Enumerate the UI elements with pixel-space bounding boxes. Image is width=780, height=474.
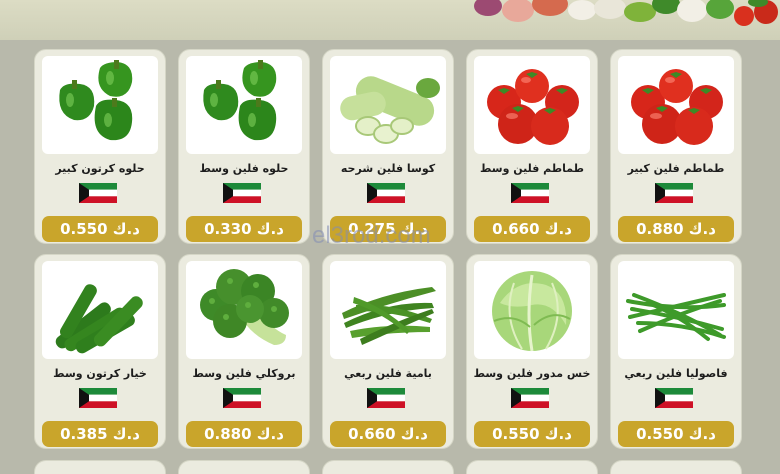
- lettuce-icon: [474, 261, 590, 359]
- bell-pepper-icon: [42, 56, 158, 154]
- product-card[interactable]: كوسا فلين شرحه 0.275 د.ك: [322, 49, 454, 244]
- product-image: [330, 56, 446, 154]
- product-name: كوسا فلين شرحه: [340, 162, 436, 175]
- product-card-partial: [466, 460, 598, 474]
- price-badge: 0.550 د.ك: [42, 216, 158, 242]
- kuwait-flag-icon: [223, 388, 261, 408]
- price-badge: 0.330 د.ك: [186, 216, 302, 242]
- price-badge: 0.275 د.ك: [330, 216, 446, 242]
- okra-icon: [330, 261, 446, 359]
- zucchini-icon: [330, 56, 446, 154]
- product-name: فاصوليا فلين ربعي: [624, 367, 728, 380]
- product-name: طماطم فلين وسط: [479, 162, 585, 175]
- product-name: حلوه كرتون كبير: [55, 162, 145, 175]
- product-grid: حلوه كرتون كبير 0.550 د.ك حلوه فلين وسط …: [34, 49, 742, 449]
- product-card[interactable]: خيار كرتون وسط 0.385 د.ك: [34, 254, 166, 449]
- vegetables-banner-image: [474, 0, 778, 26]
- product-card-partial: [178, 460, 310, 474]
- product-name: حلوه فلين وسط: [199, 162, 289, 175]
- bell-pepper-icon: [186, 56, 302, 154]
- kuwait-flag-icon: [511, 183, 549, 203]
- product-image: [474, 261, 590, 359]
- product-image: [618, 261, 734, 359]
- product-card[interactable]: حلوه فلين وسط 0.330 د.ك: [178, 49, 310, 244]
- product-card[interactable]: حلوه كرتون كبير 0.550 د.ك: [34, 49, 166, 244]
- product-card-partial: [610, 460, 742, 474]
- price-badge: 0.385 د.ك: [42, 421, 158, 447]
- kuwait-flag-icon: [367, 388, 405, 408]
- kuwait-flag-icon: [655, 388, 693, 408]
- product-image: [330, 261, 446, 359]
- kuwait-flag-icon: [79, 183, 117, 203]
- product-image: [474, 56, 590, 154]
- broccoli-icon: [186, 261, 302, 359]
- product-card[interactable]: بامية فلين ربعي 0.660 د.ك: [322, 254, 454, 449]
- cucumber-icon: [42, 261, 158, 359]
- product-image: [618, 56, 734, 154]
- tomato-icon: [618, 56, 734, 154]
- product-card[interactable]: خس مدور فلين وسط 0.550 د.ك: [466, 254, 598, 449]
- product-name: طماطم فلين كبير: [627, 162, 725, 175]
- product-card[interactable]: فاصوليا فلين ربعي 0.550 د.ك: [610, 254, 742, 449]
- product-image: [186, 56, 302, 154]
- product-card[interactable]: طماطم فلين وسط 0.660 د.ك: [466, 49, 598, 244]
- price-badge: 0.660 د.ك: [330, 421, 446, 447]
- product-name: بامية فلين ربعي: [344, 367, 432, 380]
- kuwait-flag-icon: [79, 388, 117, 408]
- price-badge: 0.550 د.ك: [474, 421, 590, 447]
- product-card-partial: [322, 460, 454, 474]
- product-image: [42, 261, 158, 359]
- product-image: [186, 261, 302, 359]
- kuwait-flag-icon: [655, 183, 693, 203]
- price-badge: 0.880 د.ك: [186, 421, 302, 447]
- product-card[interactable]: بروكلي فلين وسط 0.880 د.ك: [178, 254, 310, 449]
- kuwait-flag-icon: [367, 183, 405, 203]
- price-badge: 0.550 د.ك: [618, 421, 734, 447]
- product-card[interactable]: طماطم فلين كبير 0.880 د.ك: [610, 49, 742, 244]
- kuwait-flag-icon: [223, 183, 261, 203]
- tomato-icon: [474, 56, 590, 154]
- product-name: خس مدور فلين وسط: [473, 367, 591, 380]
- top-banner: [0, 0, 780, 40]
- kuwait-flag-icon: [511, 388, 549, 408]
- price-badge: 0.880 د.ك: [618, 216, 734, 242]
- product-name: بروكلي فلين وسط: [192, 367, 296, 380]
- price-badge: 0.660 د.ك: [474, 216, 590, 242]
- next-row-partial: [34, 460, 742, 474]
- product-card-partial: [34, 460, 166, 474]
- product-image: [42, 56, 158, 154]
- green-beans-icon: [618, 261, 734, 359]
- product-name: خيار كرتون وسط: [53, 367, 147, 380]
